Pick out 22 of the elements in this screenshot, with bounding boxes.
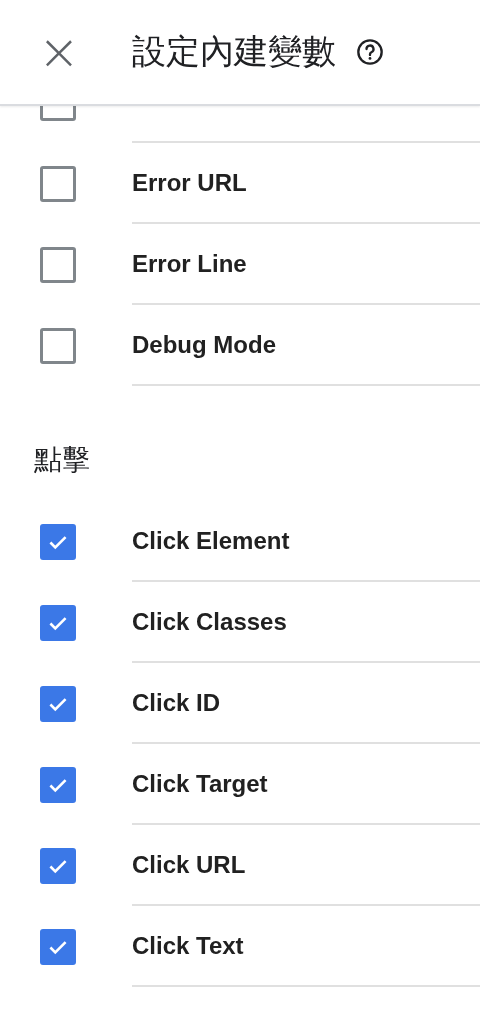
checkbox[interactable] [40, 766, 76, 803]
variable-label: Click ID [132, 663, 480, 744]
variable-label: Click Element [132, 501, 480, 582]
variable-label: Click Text [132, 906, 480, 987]
variable-label: Debug Mode [132, 305, 480, 386]
checkbox[interactable] [40, 523, 76, 560]
checkbox[interactable] [40, 928, 76, 965]
variable-label: Click URL [132, 825, 480, 906]
variable-label: Click Target [132, 744, 480, 825]
checkbox[interactable] [40, 604, 76, 641]
variable-label: Error Line [132, 224, 480, 305]
variable-label: Click Classes [132, 582, 480, 663]
help-icon[interactable] [356, 38, 384, 66]
checkbox[interactable] [40, 847, 76, 884]
close-button[interactable]: × [38, 28, 80, 76]
checkbox[interactable] [40, 246, 76, 283]
checkbox[interactable] [40, 327, 76, 364]
checkbox[interactable] [40, 165, 76, 202]
section-heading: 點擊 [33, 442, 91, 478]
dialog-title: 設定內建變數 [132, 30, 336, 73]
checkbox[interactable] [40, 685, 76, 722]
variable-label: Error URL [132, 143, 480, 224]
